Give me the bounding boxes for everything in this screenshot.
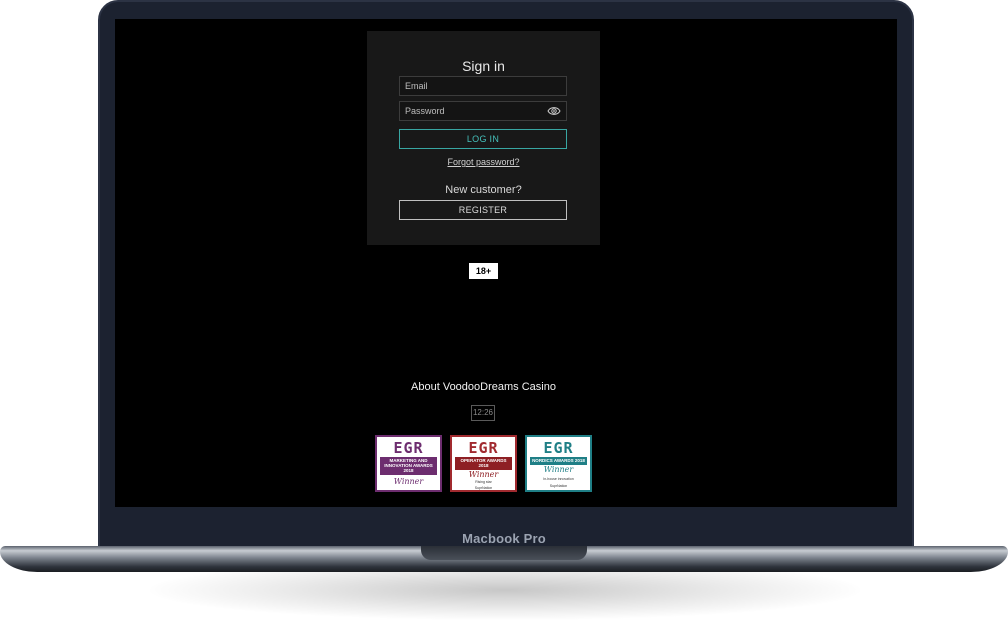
award-title: NORDICS AWARDS 2018 <box>530 457 587 465</box>
egr-logo: EGR <box>393 439 424 457</box>
award-title: MARKETING AND INNOVATION AWARDS 2018 <box>380 457 437 475</box>
award-company: SuprNation <box>474 486 493 490</box>
egr-logo: EGR <box>468 439 499 457</box>
email-field[interactable]: Email <box>399 76 567 96</box>
age-restriction-badge: 18+ <box>469 263 498 279</box>
award-result: Winner <box>543 465 574 474</box>
signin-title: Sign in <box>462 58 505 74</box>
award-category: Rising star <box>475 480 492 484</box>
signin-card: Sign in Email Password LOG IN Forgot pas… <box>367 31 600 245</box>
award-badge-operator: EGR OPERATOR AWARDS 2018 Winner Rising s… <box>450 435 517 492</box>
eye-icon[interactable] <box>547 105 561 117</box>
device-brand-label: Macbook Pro <box>462 531 546 546</box>
award-result: Winner <box>468 470 499 479</box>
egr-logo: EGR <box>543 439 574 457</box>
laptop-notch <box>421 546 587 560</box>
award-title: OPERATOR AWARDS 2018 <box>455 457 512 470</box>
password-field[interactable]: Password <box>399 101 567 121</box>
new-customer-label: New customer? <box>445 184 522 196</box>
password-placeholder: Password <box>405 106 445 116</box>
award-badge-marketing: EGR MARKETING AND INNOVATION AWARDS 2018… <box>375 435 442 492</box>
forgot-password-link[interactable]: Forgot password? <box>367 157 600 167</box>
clock-display: 12:26 <box>471 405 495 421</box>
laptop-mockup: Sign in Email Password LOG IN Forgot pas… <box>0 0 1008 632</box>
register-button[interactable]: REGISTER <box>399 200 567 220</box>
about-casino-link[interactable]: About VoodooDreams Casino <box>115 381 852 393</box>
award-category: In-house innovation <box>543 477 574 481</box>
award-result: Winner <box>393 477 424 486</box>
award-badge-nordics: EGR NORDICS AWARDS 2018 Winner In-house … <box>525 435 592 492</box>
login-button[interactable]: LOG IN <box>399 129 567 149</box>
email-placeholder: Email <box>405 81 428 91</box>
award-company: SuprNation <box>549 484 568 488</box>
laptop-screen: Sign in Email Password LOG IN Forgot pas… <box>115 19 897 507</box>
